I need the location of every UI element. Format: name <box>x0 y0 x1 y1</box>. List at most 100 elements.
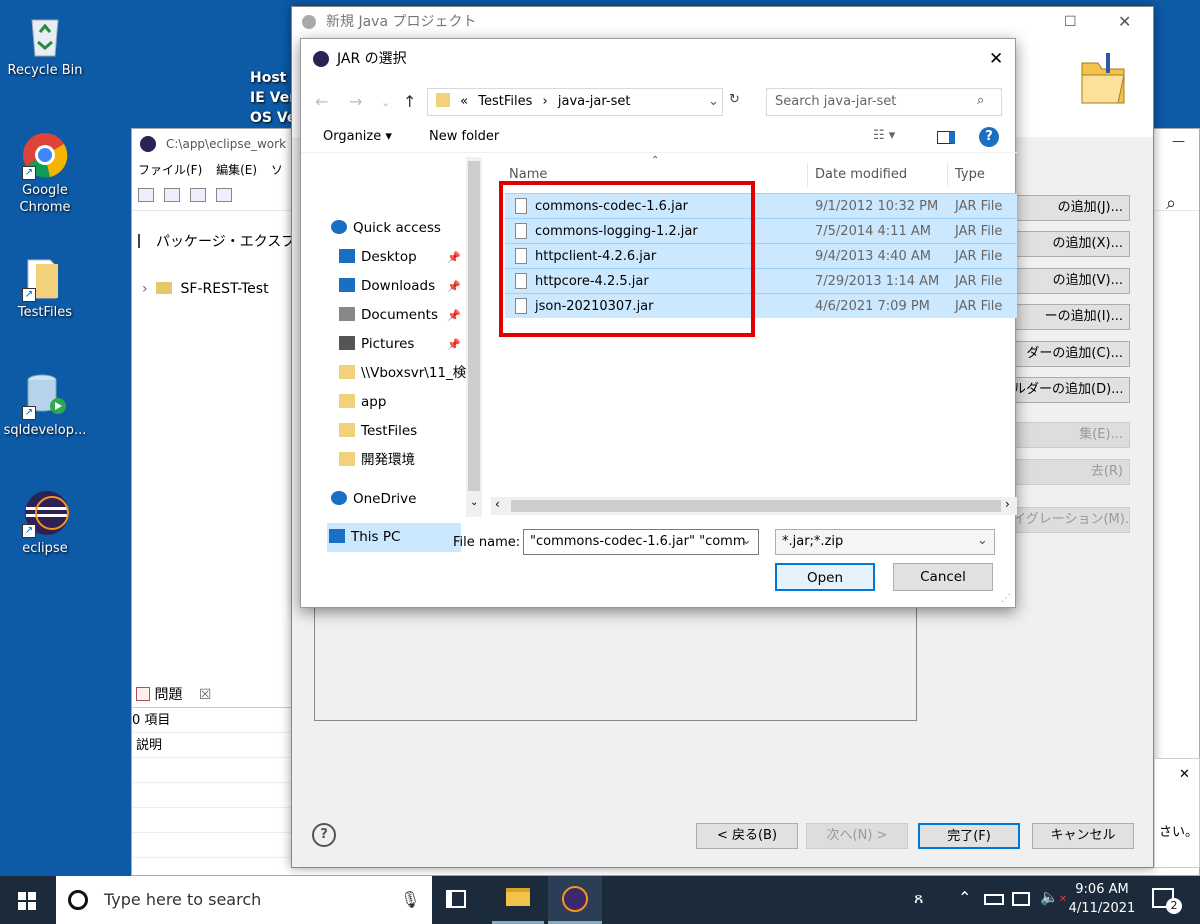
remove-button[interactable]: 去(R) <box>1012 459 1130 485</box>
new-folder-button[interactable]: New folder <box>429 129 499 144</box>
nav-item[interactable]: \\Vboxsvr\11_検証 <box>339 359 480 388</box>
chevron-down-icon[interactable]: ⌄ <box>741 533 752 548</box>
nav-item[interactable]: 開発環境 <box>339 446 469 475</box>
view-options-icon[interactable]: ☷ ▾ <box>873 128 895 143</box>
nav-item[interactable]: Documents 📌 <box>339 301 469 330</box>
expand-arrow-icon[interactable]: › <box>142 281 148 297</box>
back-arrow-icon[interactable]: ← <box>315 92 328 111</box>
clock[interactable]: 9:06 AM 4/11/2021 <box>1062 880 1142 918</box>
chevron-down-icon[interactable]: ⌄ <box>977 533 988 548</box>
task-view-icon[interactable] <box>446 890 466 908</box>
desktop-icon-testfiles[interactable]: ↗ TestFiles <box>0 252 90 321</box>
breadcrumb-overflow[interactable]: « <box>460 94 468 109</box>
chevron-down-icon[interactable]: ⌄ <box>708 89 719 115</box>
preview-pane-icon[interactable] <box>937 131 955 144</box>
windows-start-icon[interactable] <box>18 892 36 910</box>
add-jars-button[interactable]: の追加(J)... <box>1012 195 1130 221</box>
minimize-icon[interactable]: — <box>1172 134 1185 149</box>
taskbar-search-input[interactable]: Type here to search 🎙 <box>56 876 432 924</box>
file-list-horizontal-scrollbar[interactable]: ‹ › <box>491 497 1017 515</box>
open-button[interactable]: Open <box>775 563 875 591</box>
help-icon[interactable]: ? <box>979 127 999 147</box>
add-variable-button[interactable]: の追加(V)... <box>1012 268 1130 294</box>
nav-item[interactable]: Quick access <box>331 214 461 243</box>
nav-item-label: TestFiles <box>361 423 418 439</box>
file-name-input[interactable]: "commons-codec-1.6.jar" "comm <box>523 529 759 555</box>
desktop-icon-label: Recycle Bin <box>7 63 83 78</box>
nav-item-label: app <box>361 394 387 410</box>
scroll-right-icon[interactable]: › <box>1005 497 1010 511</box>
add-library-button[interactable]: ーの追加(I)... <box>1012 304 1130 330</box>
recent-chevron-icon[interactable]: ⌄ <box>381 96 390 109</box>
nav-item[interactable]: Desktop 📌 <box>339 243 469 272</box>
scroll-left-icon[interactable]: ‹ <box>495 497 500 511</box>
show-hidden-icons[interactable]: ⌃ <box>958 888 971 907</box>
scroll-down-icon[interactable]: ⌄ <box>470 497 478 508</box>
close-icon[interactable]: ☒ <box>199 687 212 703</box>
navigation-pane: Quick access Desktop 📌 Downloads 📌 Documents 📌… <box>301 157 485 552</box>
close-icon[interactable]: ✕ <box>1179 767 1190 782</box>
back-button[interactable]: < 戻る(B) <box>696 823 798 849</box>
breadcrumb[interactable]: « TestFiles › java-jar-set ⌄ <box>427 88 723 116</box>
nav-scrollbar[interactable]: ⌄ <box>466 157 482 517</box>
save-icon[interactable] <box>164 188 180 202</box>
new-icon[interactable] <box>138 188 154 202</box>
desktop-icon-chrome[interactable]: ↗ Google Chrome <box>0 130 90 216</box>
file-type: JAR File <box>955 274 1003 289</box>
java-folder-icon <box>1078 49 1126 105</box>
cancel-button[interactable]: キャンセル <box>1032 823 1134 849</box>
search-input[interactable]: Search java-jar-set <box>766 88 1002 116</box>
next-button[interactable]: 次へ(N) > <box>806 823 908 849</box>
menu-edit[interactable]: 編集(E) <box>216 163 257 177</box>
nav-item[interactable]: Downloads 📌 <box>339 272 469 301</box>
nav-item[interactable]: Pictures 📌 <box>339 330 469 359</box>
problems-tab[interactable]: 問題 <box>154 687 182 703</box>
add-external-jars-button[interactable]: の追加(X)... <box>1012 231 1130 257</box>
nav-item[interactable]: app <box>339 388 469 417</box>
breadcrumb-item[interactable]: java-jar-set <box>558 94 631 109</box>
clock-date: 4/11/2021 <box>1068 901 1136 916</box>
add-class-folder-button[interactable]: ダーの追加(C)... <box>1012 341 1130 367</box>
organize-menu[interactable]: Organize ▾ <box>323 129 392 144</box>
breadcrumb-item[interactable]: TestFiles <box>478 94 532 109</box>
file-list: ⌃ Name Date modified Type commons-codec-… <box>491 155 1017 507</box>
edit-button[interactable]: 集(E)... <box>1012 422 1130 448</box>
eclipse-logo-icon <box>140 136 156 152</box>
nav-item[interactable]: TestFiles <box>339 417 469 446</box>
column-type[interactable]: Type <box>955 157 985 193</box>
microphone-icon[interactable]: 🎙 <box>400 876 420 924</box>
finish-button[interactable]: 完了(F) <box>918 823 1020 849</box>
add-external-class-folder-button[interactable]: ルダーの追加(D)... <box>1012 377 1130 403</box>
desktop-icon-recycle-bin[interactable]: Recycle Bin <box>0 10 90 79</box>
close-icon[interactable]: ✕ <box>1118 7 1131 37</box>
search-icon[interactable]: ⌕ <box>1166 193 1176 214</box>
menu-source[interactable]: ソ <box>271 163 283 177</box>
menu-file[interactable]: ファイル(F) <box>138 163 202 177</box>
forward-arrow-icon[interactable]: → <box>349 92 362 111</box>
close-icon[interactable]: ✕ <box>989 39 1003 79</box>
network-icon[interactable] <box>1012 892 1030 906</box>
migrate-button[interactable]: イグレーション(M)... <box>1012 507 1130 533</box>
column-date-modified[interactable]: Date modified <box>815 157 907 193</box>
file-explorer-taskbar-icon[interactable] <box>492 876 544 924</box>
maximize-icon[interactable]: ☐ <box>1064 7 1077 37</box>
eclipse-taskbar-icon[interactable] <box>548 876 602 924</box>
up-arrow-icon[interactable]: ↑ <box>403 92 416 111</box>
search-icon[interactable]: ⌕ <box>977 93 984 108</box>
people-icon[interactable]: ጸ <box>914 888 923 908</box>
resize-grip-icon[interactable]: ⋰ <box>1001 593 1011 604</box>
desktop-icon-eclipse[interactable]: ↗ eclipse <box>0 488 90 557</box>
battery-icon[interactable] <box>984 894 1004 905</box>
cortana-icon <box>68 890 88 910</box>
save-all-icon[interactable] <box>190 188 206 202</box>
nav-item[interactable]: OneDrive <box>331 485 461 514</box>
cancel-button[interactable]: Cancel <box>893 563 993 591</box>
help-icon[interactable]: ? <box>312 823 336 847</box>
refresh-icon[interactable]: ↻ <box>729 92 740 107</box>
project-name: SF-REST-Test <box>180 281 269 297</box>
action-center-icon[interactable]: 2 <box>1152 888 1182 914</box>
project-tree-item[interactable]: › SF-REST-Test <box>142 281 269 297</box>
desktop-icon-sqldeveloper[interactable]: ↗ sqldevelop... <box>0 370 90 439</box>
binary-icon[interactable] <box>216 188 232 202</box>
file-type-select[interactable]: *.jar;*.zip <box>775 529 995 555</box>
